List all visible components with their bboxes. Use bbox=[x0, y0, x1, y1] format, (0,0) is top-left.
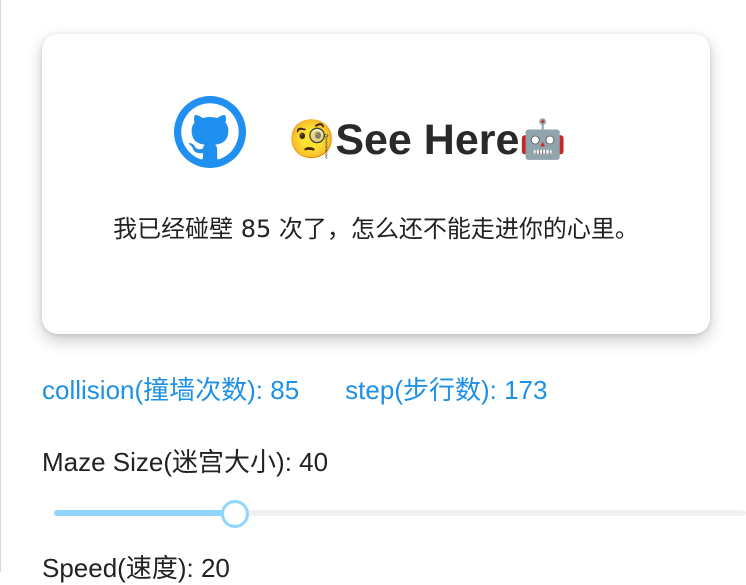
card-message: 我已经碰壁 85 次了，怎么还不能走进你的心里。 bbox=[113, 215, 639, 243]
card-title-text: See Here bbox=[335, 115, 520, 164]
github-link[interactable] bbox=[174, 96, 246, 168]
collision-count: collision(撞墙次数): 85 bbox=[42, 374, 300, 405]
maze-size-slider[interactable] bbox=[54, 500, 746, 528]
monocle-face-emoji: 🧐 bbox=[288, 119, 336, 161]
github-icon bbox=[174, 96, 246, 168]
card-title: 🧐 See Here 🤖 bbox=[288, 112, 567, 168]
slider-handle[interactable] bbox=[221, 500, 249, 528]
speed-label: Speed(速度): 20 bbox=[42, 553, 230, 583]
step-count: step(步行数): 173 bbox=[345, 374, 548, 405]
slider-track bbox=[54, 510, 234, 516]
robot-emoji: 🤖 bbox=[519, 119, 567, 161]
stats-row: collision(撞墙次数): 85 step(步行数): 173 bbox=[42, 368, 593, 408]
info-card: 🧐 See Here 🤖 我已经碰壁 85 次了，怎么还不能走进你的心里。 bbox=[42, 34, 710, 334]
maze-size-label: Maze Size(迷宫大小): 40 bbox=[42, 447, 329, 477]
page-left-border bbox=[0, 0, 1, 572]
